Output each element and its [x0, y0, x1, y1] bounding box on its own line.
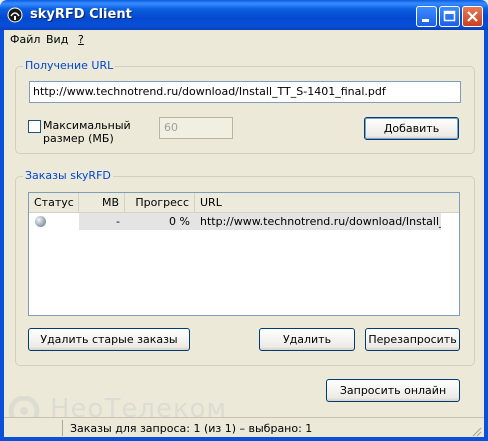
app-window: skyRFD Client Файл Вид ? Получение URL h…	[0, 0, 488, 441]
title-bar[interactable]: skyRFD Client	[0, 0, 488, 30]
status-text: Заказы для запроса: 1 (из 1) – выбрано: …	[70, 422, 313, 435]
menu-bar: Файл Вид ?	[4, 30, 484, 49]
maximize-icon	[443, 10, 456, 22]
maximize-button[interactable]	[439, 6, 460, 27]
max-size-checkbox[interactable]	[28, 120, 41, 133]
table-row[interactable]: - 0 % http://www.technotrend.ru/download…	[29, 213, 459, 230]
menu-view[interactable]: Вид	[46, 33, 68, 46]
request-online-button[interactable]: Запросить онлайн	[326, 379, 460, 402]
orders-group-legend: Заказы skyRFD	[23, 169, 113, 182]
delete-button[interactable]: Удалить	[259, 328, 355, 351]
max-size-label-line2: размер (МБ)	[43, 132, 114, 145]
url-input[interactable]: http://www.technotrend.ru/download/Insta…	[29, 81, 461, 103]
window-title: skyRFD Client	[30, 7, 132, 22]
url-cell: http://www.technotrend.ru/download/Insta…	[195, 213, 441, 230]
list-header: Статус MB Прогресс URL	[29, 193, 459, 213]
max-size-label: Максимальный размер (МБ)	[43, 119, 131, 145]
delete-old-orders-button[interactable]: Удалить старые заказы	[28, 328, 190, 351]
menu-help[interactable]: ?	[78, 33, 84, 46]
window-frame-right	[484, 30, 488, 441]
minimize-icon	[422, 19, 429, 22]
url-group-legend: Получение URL	[23, 59, 116, 72]
close-button[interactable]	[462, 6, 483, 27]
window-frame-bottom	[0, 437, 488, 441]
status-cell	[29, 213, 79, 230]
max-size-input[interactable]: 60	[159, 117, 233, 139]
max-size-label-line1: Максимальный	[43, 119, 131, 132]
app-icon	[7, 7, 23, 23]
progress-cell: 0 %	[125, 213, 195, 230]
column-header-mb[interactable]: MB	[79, 193, 125, 212]
column-header-progress[interactable]: Прогресс	[125, 193, 195, 212]
gray-circle-icon	[35, 216, 46, 227]
window-frame-left	[0, 30, 4, 441]
rerequest-button[interactable]: Перезапросить	[365, 328, 460, 351]
status-bar-separator	[62, 420, 63, 436]
orders-list[interactable]: Статус MB Прогресс URL - 0 % http://www.…	[28, 192, 460, 316]
resize-grip-icon[interactable]	[470, 425, 482, 437]
column-header-status[interactable]: Статус	[29, 193, 79, 212]
menu-file[interactable]: Файл	[10, 33, 40, 46]
mb-cell: -	[79, 213, 125, 230]
add-button[interactable]: Добавить	[364, 117, 459, 140]
column-header-url[interactable]: URL	[195, 193, 459, 212]
close-icon	[467, 11, 478, 22]
minimize-button[interactable]	[416, 6, 437, 27]
status-bar: Заказы для запроса: 1 (из 1) – выбрано: …	[4, 417, 484, 438]
